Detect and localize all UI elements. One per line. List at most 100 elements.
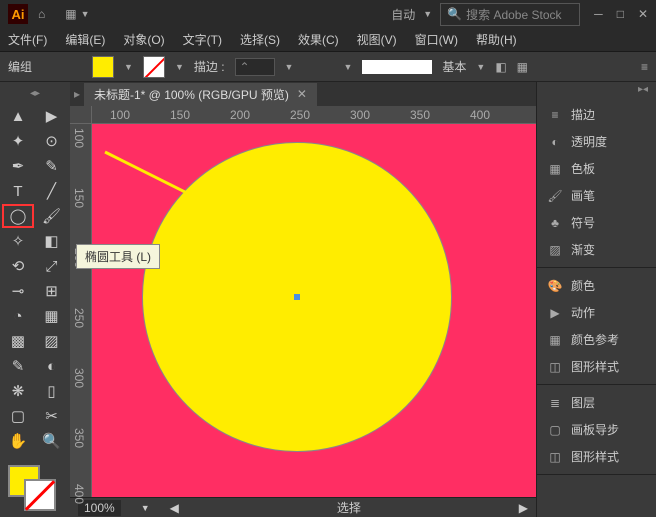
transparency-panel-icon: ◐ xyxy=(547,135,563,149)
brush-definition-box[interactable] xyxy=(362,60,432,74)
panel-color[interactable]: 🎨颜色 xyxy=(537,272,656,299)
artboard-tool[interactable]: ▢ xyxy=(2,404,34,428)
align-icon[interactable]: ≡ xyxy=(641,60,648,74)
curvature-tool[interactable]: ✎ xyxy=(36,154,68,178)
panel-layers[interactable]: ≣图层 xyxy=(537,389,656,416)
panel-swatches[interactable]: ▦色板 xyxy=(537,155,656,182)
shape-builder-tool[interactable]: ◔ xyxy=(2,304,34,328)
selection-type-label: 编组 xyxy=(8,58,32,75)
panel-graphic-styles[interactable]: ◫图形样式 xyxy=(537,353,656,380)
opacity-icon[interactable]: ◧ xyxy=(495,60,506,74)
maximize-button[interactable]: □ xyxy=(617,7,624,21)
stroke-weight-input[interactable]: ⌃ xyxy=(235,58,275,76)
graphic-styles-2-icon: ◫ xyxy=(547,450,563,464)
menu-effect[interactable]: 效果(C) xyxy=(298,31,339,48)
rotate-tool[interactable]: ⟲ xyxy=(2,254,34,278)
stroke-panel-icon: ≡ xyxy=(547,108,563,122)
width-tool[interactable]: ⊸ xyxy=(2,279,34,303)
panel-stroke[interactable]: ≡描边 xyxy=(537,101,656,128)
variable-width-dropdown[interactable]: ▼ xyxy=(343,62,352,72)
stroke-weight-dropdown[interactable]: ▼ xyxy=(285,62,294,72)
home-icon[interactable]: ⌂ xyxy=(38,7,45,21)
nav-next-icon[interactable]: ▶ xyxy=(519,501,528,515)
color-controls[interactable] xyxy=(0,461,70,511)
magic-wand-tool[interactable]: ✦ xyxy=(2,129,34,153)
panel-graphic-styles-2[interactable]: ◫图形样式 xyxy=(537,443,656,470)
document-tab[interactable]: 未标题-1* @ 100% (RGB/GPU 预览) ✕ xyxy=(84,83,317,106)
fill-color-swatch[interactable] xyxy=(92,56,114,78)
toolbar-collapse-icon[interactable]: ◂▸ xyxy=(0,88,70,102)
blend-tool[interactable]: ◐ xyxy=(36,354,68,378)
stroke-color-box[interactable] xyxy=(24,479,56,511)
status-tool-label: 选择 xyxy=(337,499,361,516)
type-tool[interactable]: T xyxy=(2,179,34,203)
stroke-dropdown-icon[interactable]: ▼ xyxy=(175,62,184,72)
gradient-panel-icon: ▨ xyxy=(547,243,563,257)
lasso-tool[interactable]: ⊙ xyxy=(36,129,68,153)
scale-tool[interactable]: ⤢ xyxy=(36,254,68,278)
menu-file[interactable]: 文件(F) xyxy=(8,31,47,48)
paintbrush-tool[interactable]: 🖌 xyxy=(36,204,68,228)
direct-selection-tool[interactable]: ▶ xyxy=(36,104,68,128)
menu-object[interactable]: 对象(O) xyxy=(123,31,164,48)
nav-prev-icon[interactable]: ◀ xyxy=(170,501,179,515)
selection-tool[interactable]: ▲ xyxy=(2,104,34,128)
arrange-docs-button[interactable]: ▦ ▼ xyxy=(65,7,89,21)
brush-dropdown[interactable]: ▼ xyxy=(476,62,485,72)
annotation-arrow xyxy=(100,147,270,247)
right-panels: ▸◂ ≡描边 ◐透明度 ▦色板 🖌画笔 ♣符号 ▨渐变 🎨颜色 ▶动作 ▦颜色参… xyxy=(536,82,656,517)
artboards-panel-icon: ▢ xyxy=(547,423,563,437)
panel-artboards[interactable]: ▢画板导步 xyxy=(537,416,656,443)
fill-dropdown-icon[interactable]: ▼ xyxy=(124,62,133,72)
ellipse-tool[interactable]: ◯ xyxy=(2,204,34,228)
free-transform-tool[interactable]: ⊞ xyxy=(36,279,68,303)
brushes-panel-icon: 🖌 xyxy=(547,189,563,203)
perspective-tool[interactable]: ▦ xyxy=(36,304,68,328)
hand-tool[interactable]: ✋ xyxy=(2,429,34,453)
style-icon[interactable]: ▦ xyxy=(517,60,528,74)
workspace-label[interactable]: 自动 xyxy=(391,6,415,23)
center-anchor-point[interactable] xyxy=(294,294,300,300)
zoom-tool[interactable]: 🔍 xyxy=(36,429,68,453)
panels-collapse-icon[interactable]: ▸◂ xyxy=(537,82,656,97)
layers-panel-icon: ≣ xyxy=(547,396,563,410)
menu-type[interactable]: 文字(T) xyxy=(183,31,222,48)
vertical-ruler: 100 150 200 250 300 350 400 xyxy=(70,124,92,497)
stroke-color-swatch[interactable] xyxy=(143,56,165,78)
menu-edit[interactable]: 编辑(E) xyxy=(65,31,105,48)
menu-window[interactable]: 窗口(W) xyxy=(415,31,458,48)
tools-panel: ◂▸ ▲ ▶ ✦ ⊙ ✒ ✎ T ╱ ◯ 🖌 ✧ ◧ ⟲ ⤢ ⊸ ⊞ ◔ ▦ ▩… xyxy=(0,82,70,517)
line-tool[interactable]: ╱ xyxy=(36,179,68,203)
panel-brushes[interactable]: 🖌画笔 xyxy=(537,182,656,209)
panel-actions[interactable]: ▶动作 xyxy=(537,299,656,326)
eraser-tool[interactable]: ◧ xyxy=(36,229,68,253)
menu-select[interactable]: 选择(S) xyxy=(240,31,280,48)
pen-tool[interactable]: ✒ xyxy=(2,154,34,178)
menu-help[interactable]: 帮助(H) xyxy=(476,31,517,48)
column-graph-tool[interactable]: ▯ xyxy=(36,379,68,403)
panel-color-guide[interactable]: ▦颜色参考 xyxy=(537,326,656,353)
symbol-sprayer-tool[interactable]: ❋ xyxy=(2,379,34,403)
eyedropper-tool[interactable]: ✎ xyxy=(2,354,34,378)
swatches-panel-icon: ▦ xyxy=(547,162,563,176)
slice-tool[interactable]: ✂ xyxy=(36,404,68,428)
shaper-tool[interactable]: ✧ xyxy=(2,229,34,253)
tab-close-icon[interactable]: ✕ xyxy=(297,87,307,101)
app-logo: Ai xyxy=(8,4,28,24)
minimize-button[interactable]: ─ xyxy=(594,7,603,21)
color-guide-panel-icon: ▦ xyxy=(547,333,563,347)
graphic-styles-panel-icon: ◫ xyxy=(547,360,563,374)
search-stock-input[interactable]: 🔍搜索 Adobe Stock xyxy=(440,3,580,26)
document-tab-title: 未标题-1* @ 100% (RGB/GPU 预览) xyxy=(94,86,289,103)
gradient-tool[interactable]: ▨ xyxy=(36,329,68,353)
close-button[interactable]: ✕ xyxy=(638,7,648,21)
panel-transparency[interactable]: ◐透明度 xyxy=(537,128,656,155)
symbols-panel-icon: ♣ xyxy=(547,216,563,230)
horizontal-ruler: 100 150 200 250 300 350 400 xyxy=(70,106,536,124)
panel-gradient[interactable]: ▨渐变 xyxy=(537,236,656,263)
expand-panels-icon[interactable]: ▸ xyxy=(70,87,84,101)
panel-symbols[interactable]: ♣符号 xyxy=(537,209,656,236)
mesh-tool[interactable]: ▩ xyxy=(2,329,34,353)
search-icon: 🔍 xyxy=(447,7,462,21)
menu-view[interactable]: 视图(V) xyxy=(357,31,397,48)
